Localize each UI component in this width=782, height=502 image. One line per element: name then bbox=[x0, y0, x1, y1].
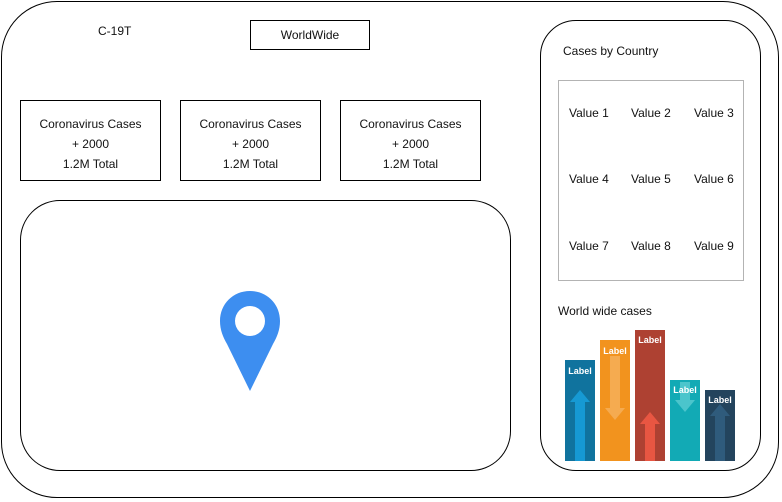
country-value[interactable]: Value 9 bbox=[694, 239, 734, 253]
worldwide-chart-title: World wide cases bbox=[558, 304, 652, 318]
country-value[interactable]: Value 4 bbox=[569, 172, 609, 186]
stat-card-total: 1.2M Total bbox=[222, 157, 279, 171]
stat-card-title: Coronavirus Cases bbox=[359, 117, 462, 131]
stat-card-title: Coronavirus Cases bbox=[199, 117, 302, 131]
chart-bar-label: Label bbox=[708, 395, 732, 405]
stat-card-change: + 2000 bbox=[71, 137, 110, 151]
stat-card-total: 1.2M Total bbox=[382, 157, 439, 171]
chart-bar-label: Label bbox=[673, 385, 697, 395]
stat-card-change: + 2000 bbox=[231, 137, 270, 151]
country-value[interactable]: Value 3 bbox=[694, 106, 734, 120]
stat-card-title: Coronavirus Cases bbox=[39, 117, 142, 131]
country-value[interactable]: Value 7 bbox=[569, 239, 609, 253]
sidebar-title: Cases by Country bbox=[563, 44, 659, 58]
chart-bar[interactable]: Label bbox=[565, 360, 595, 461]
worldwide-button[interactable]: WorldWide bbox=[250, 20, 370, 50]
stat-card-total: 1.2M Total bbox=[62, 157, 119, 171]
country-value[interactable]: Value 8 bbox=[631, 239, 671, 253]
stat-card[interactable]: Coronavirus Cases + 2000 1.2M Total bbox=[20, 100, 161, 181]
map-pin-icon[interactable] bbox=[219, 290, 281, 392]
chart-bar[interactable]: Label bbox=[600, 340, 630, 461]
worldwide-cases-chart: Label Label Label Label Label bbox=[565, 330, 735, 461]
chart-bar[interactable]: Label bbox=[705, 390, 735, 461]
chart-bar-label: Label bbox=[638, 335, 662, 345]
chart-bar-label: Label bbox=[603, 346, 627, 356]
chart-bar-label: Label bbox=[568, 366, 592, 376]
stat-card[interactable]: Coronavirus Cases + 2000 1.2M Total bbox=[180, 100, 321, 181]
country-value[interactable]: Value 5 bbox=[631, 172, 671, 186]
chart-bar[interactable]: Label bbox=[635, 330, 665, 461]
stat-card-change: + 2000 bbox=[391, 137, 430, 151]
chart-bar[interactable]: Label bbox=[670, 380, 700, 461]
country-value[interactable]: Value 6 bbox=[694, 172, 734, 186]
country-value[interactable]: Value 1 bbox=[569, 106, 609, 120]
app-title: C-19T bbox=[98, 24, 132, 38]
stat-card[interactable]: Coronavirus Cases + 2000 1.2M Total bbox=[340, 100, 481, 181]
country-value[interactable]: Value 2 bbox=[631, 106, 671, 120]
